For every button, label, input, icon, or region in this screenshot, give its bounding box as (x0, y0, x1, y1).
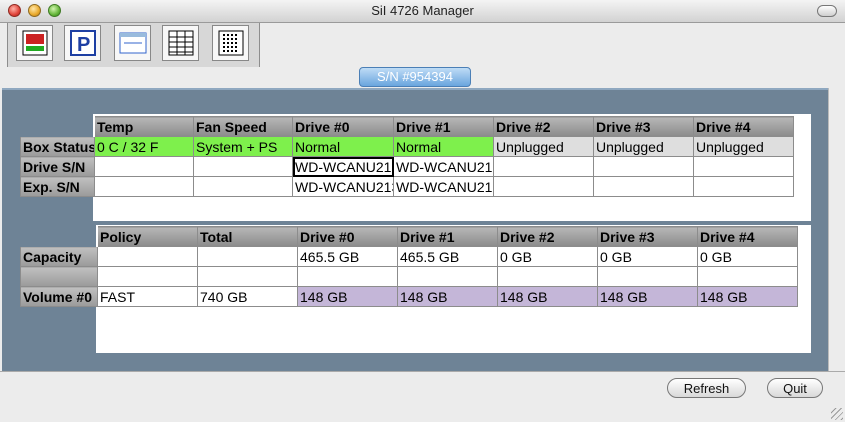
table-cell[interactable] (97, 246, 198, 267)
column-header: Drive #2 (493, 116, 594, 137)
column-header: Drive #3 (597, 226, 698, 247)
table-row: Drive S/N WD-WCANU213 WD-WCANU212 (20, 156, 794, 177)
table-cell[interactable]: 148 GB (297, 286, 398, 307)
table-cell[interactable] (693, 176, 794, 197)
table-cell[interactable]: Normal (393, 136, 494, 157)
column-header: Total (197, 226, 298, 247)
table-row: Exp. S/N WD-WCANU213 WD-WCANU212 (20, 176, 794, 197)
table-cell[interactable] (593, 176, 694, 197)
table-cell[interactable]: 465.5 GB (397, 246, 498, 267)
vertical-scrollbar[interactable] (828, 88, 845, 371)
table-row: Box Status 0 C / 32 F System + PS Normal… (20, 136, 794, 157)
table-cell[interactable] (94, 156, 194, 177)
content-panel: Temp Fan Speed Drive #0 Drive #1 Drive #… (2, 88, 828, 371)
table-cell[interactable]: 0 C / 32 F (94, 136, 194, 157)
column-header: Drive #3 (593, 116, 694, 137)
table-cell[interactable] (193, 176, 293, 197)
volume-table: Policy Total Drive #0 Drive #1 Drive #2 … (20, 226, 798, 307)
policy-icon: P (69, 29, 97, 57)
table-cell[interactable] (693, 156, 794, 177)
column-header: Fan Speed (193, 116, 293, 137)
table-cell[interactable] (497, 266, 598, 287)
table-cell[interactable]: Unplugged (693, 136, 794, 157)
resize-grip-icon[interactable] (831, 408, 843, 420)
column-header: Drive #2 (497, 226, 598, 247)
window-icon (118, 29, 148, 57)
table-cell[interactable]: Normal (292, 136, 394, 157)
window-title: SiI 4726 Manager (371, 3, 474, 18)
tab-serial-number[interactable]: S/N #954394 (359, 67, 471, 87)
table-cell[interactable] (297, 266, 398, 287)
table-cell[interactable]: 148 GB (597, 286, 698, 307)
table-cell[interactable] (97, 266, 198, 287)
table-cell[interactable]: WD-WCANU213 (292, 176, 394, 197)
table-cell[interactable] (493, 176, 594, 197)
table-cell[interactable]: WD-WCANU212 (393, 176, 494, 197)
column-header: Drive #4 (697, 226, 798, 247)
row-label: Box Status (20, 136, 95, 157)
table-icon (167, 29, 195, 57)
svg-text:P: P (77, 34, 90, 56)
table-cell[interactable]: FAST (97, 286, 198, 307)
table-cell[interactable] (94, 176, 194, 197)
table-cell[interactable]: 0 GB (597, 246, 698, 267)
row-label: Exp. S/N (20, 176, 95, 197)
toolbar-group: P (7, 23, 260, 67)
table-cell[interactable]: 465.5 GB (297, 246, 398, 267)
quit-button[interactable]: Quit (767, 378, 823, 398)
table-cell[interactable] (197, 266, 298, 287)
toolbar: P (0, 23, 845, 67)
table-row: Capacity 465.5 GB 465.5 GB 0 GB 0 GB 0 G… (20, 246, 798, 267)
table-cell[interactable]: System + PS (193, 136, 293, 157)
column-header: Temp (94, 116, 194, 137)
window-view-button[interactable] (114, 25, 151, 61)
row-label: Capacity (20, 246, 98, 267)
table-cell[interactable]: 148 GB (697, 286, 798, 307)
column-header: Drive #1 (393, 116, 494, 137)
column-header: Drive #0 (297, 226, 398, 247)
row-label (20, 266, 98, 287)
drive-status-icon (21, 29, 49, 57)
table-cell[interactable]: 148 GB (397, 286, 498, 307)
table-view-button[interactable] (162, 25, 199, 61)
table-cell[interactable] (197, 246, 298, 267)
table-row: Volume #0 FAST 740 GB 148 GB 148 GB 148 … (20, 286, 798, 307)
table-cell[interactable] (193, 156, 293, 177)
table-cell[interactable] (593, 156, 694, 177)
policy-button[interactable]: P (64, 25, 101, 61)
table-row (20, 266, 798, 287)
table-cell[interactable]: 740 GB (197, 286, 298, 307)
bottom-bar: Refresh Quit (0, 371, 845, 422)
grid-view-button[interactable] (212, 25, 249, 61)
row-label: Volume #0 (20, 286, 98, 307)
table-cell[interactable]: Unplugged (493, 136, 594, 157)
toolbar-toggle-button[interactable] (817, 5, 837, 17)
table-cell[interactable]: WD-WCANU212 (393, 156, 494, 177)
drive-status-button[interactable] (16, 25, 53, 61)
row-label: Drive S/N (20, 156, 95, 177)
refresh-button[interactable]: Refresh (667, 378, 746, 398)
column-header: Drive #0 (292, 116, 394, 137)
table-cell[interactable] (397, 266, 498, 287)
table-cell[interactable]: 0 GB (497, 246, 598, 267)
tab-bar: S/N #954394 (0, 67, 845, 89)
column-header: Drive #1 (397, 226, 498, 247)
table-cell[interactable]: 148 GB (497, 286, 598, 307)
table-cell[interactable] (493, 156, 594, 177)
table-cell[interactable]: Unplugged (593, 136, 694, 157)
title-bar: SiI 4726 Manager (0, 0, 845, 23)
table-cell[interactable]: 0 GB (697, 246, 798, 267)
table-cell[interactable] (597, 266, 698, 287)
column-header: Policy (97, 226, 198, 247)
table-cell-selected[interactable]: WD-WCANU213 (292, 156, 394, 177)
table-cell[interactable] (697, 266, 798, 287)
grid-icon (217, 29, 245, 57)
status-table: Temp Fan Speed Drive #0 Drive #1 Drive #… (20, 116, 794, 197)
column-header: Drive #4 (693, 116, 794, 137)
